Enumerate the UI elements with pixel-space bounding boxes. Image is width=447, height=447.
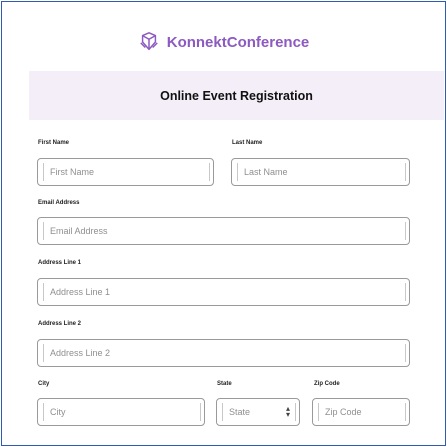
state-select[interactable]: State ▴ ▾: [216, 398, 300, 426]
field-left-bar: [222, 403, 223, 421]
state-label: State: [217, 381, 232, 387]
address-line-2-field[interactable]: [37, 339, 410, 367]
field-right-bar: [405, 403, 406, 421]
field-right-bar: [405, 344, 406, 362]
zip-code-field[interactable]: [312, 398, 410, 426]
brand-logo-icon: [139, 32, 158, 51]
last-name-field[interactable]: [231, 158, 410, 186]
address-line-1-field[interactable]: [37, 278, 410, 306]
field-right-bar: [200, 403, 201, 421]
registration-window: KonnektConference Online Event Registrat…: [1, 1, 446, 446]
field-left-bar: [237, 163, 238, 181]
brand-name: KonnektConference: [166, 33, 310, 51]
address-line-1-input[interactable]: [38, 279, 409, 305]
field-left-bar: [43, 344, 44, 362]
city-field[interactable]: [37, 398, 205, 426]
field-left-bar: [43, 222, 44, 240]
email-input[interactable]: [38, 218, 409, 244]
field-right-bar: [405, 222, 406, 240]
field-right-bar: [295, 403, 296, 421]
state-select-value: State: [229, 407, 251, 417]
field-left-bar: [318, 403, 319, 421]
city-input[interactable]: [38, 399, 204, 425]
form-title-banner: Online Event Registration: [29, 71, 444, 120]
zip-code-input[interactable]: [313, 399, 409, 425]
updown-chevron-icon: ▴ ▾: [285, 404, 290, 419]
form-title: Online Event Registration: [160, 88, 313, 103]
field-left-bar: [43, 403, 44, 421]
brand-header: KonnektConference: [2, 28, 445, 56]
field-left-bar: [43, 283, 44, 301]
address-line-2-label: Address Line 2: [38, 321, 82, 327]
last-name-input[interactable]: [232, 159, 409, 185]
zip-code-label: Zip Code: [314, 381, 340, 387]
address-line-1-label: Address Line 1: [38, 260, 82, 266]
field-right-bar: [405, 283, 406, 301]
field-left-bar: [43, 163, 44, 181]
first-name-input[interactable]: [38, 159, 213, 185]
email-field[interactable]: [37, 217, 410, 245]
field-right-bar: [405, 163, 406, 181]
first-name-field[interactable]: [37, 158, 214, 186]
last-name-label: Last Name: [232, 140, 263, 146]
address-line-2-input[interactable]: [38, 340, 409, 366]
city-label: City: [38, 381, 50, 387]
field-right-bar: [209, 163, 210, 181]
email-label: Email Address: [38, 200, 80, 206]
first-name-label: First Name: [38, 140, 70, 146]
